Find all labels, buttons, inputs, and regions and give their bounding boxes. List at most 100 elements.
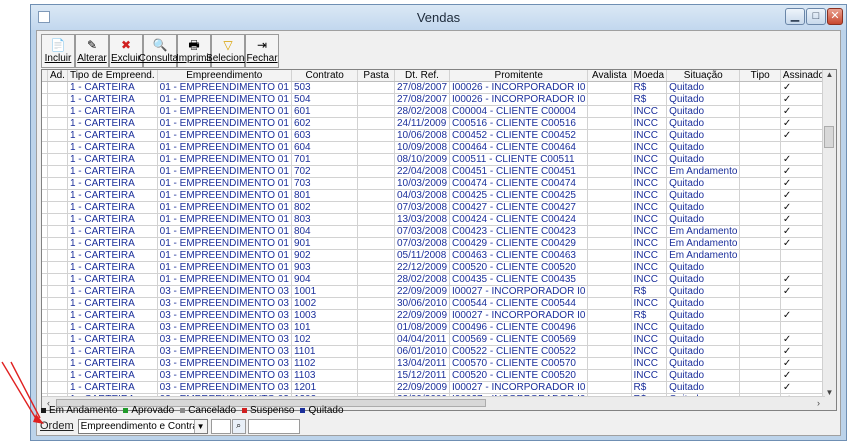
table-row[interactable]: 1 - CARTEIRA 01 - EMPREENDIMENTO 01 902 05/… (42, 249, 836, 262)
table-cell: 102 (291, 333, 359, 346)
table-cell (587, 153, 632, 166)
table-row[interactable]: 1 - CARTEIRA 01 - EMPREENDIMENTO 01 802 07/… (42, 201, 836, 214)
table-row[interactable]: 1 - CARTEIRA 01 - EMPREENDIMENTO 01 602 24/… (42, 117, 836, 130)
column-header[interactable]: Dt. Ref. (394, 70, 451, 82)
table-row[interactable]: 1 - CARTEIRA 01 - EMPREENDIMENTO 01 601 28/… (42, 105, 836, 118)
table-row[interactable]: 1 - CARTEIRA 03 - EMPREENDIMENTO 03 1101 06… (42, 345, 836, 358)
table-cell: Em Andamento (666, 249, 741, 262)
table-row[interactable]: 1 - CARTEIRA 03 - EMPREENDIMENTO 03 1003 22… (42, 309, 836, 322)
table-cell: Quitado (666, 93, 741, 106)
table-row[interactable]: 1 - CARTEIRA 01 - EMPREENDIMENTO 01 603 10/… (42, 129, 836, 142)
table-cell: 01 - EMPREENDIMENTO 01 (157, 225, 292, 238)
table-cell (587, 297, 632, 310)
table-row[interactable]: 1 - CARTEIRA 03 - EMPREENDIMENTO 03 1201 22… (42, 381, 836, 394)
table-row[interactable]: 1 - CARTEIRA 03 - EMPREENDIMENTO 03 1001 22… (42, 285, 836, 298)
table-cell (739, 153, 781, 166)
table-cell: 07/03/2008 (394, 237, 451, 250)
title-bar[interactable]: Vendas ▁ □ ✕ (31, 5, 846, 30)
table-cell: 1 - CARTEIRA (67, 357, 158, 370)
scroll-up-icon[interactable]: ▲ (823, 70, 836, 82)
column-header[interactable]: Avalista (587, 70, 632, 82)
table-row[interactable]: 1 - CARTEIRA 01 - EMPREENDIMENTO 01 504 27/… (42, 93, 836, 106)
column-header[interactable]: Pasta (357, 70, 395, 82)
column-header[interactable]: Situação (666, 70, 741, 82)
column-header[interactable]: Tipo de Empreend. (67, 70, 158, 82)
column-header[interactable]: Contrato (291, 70, 359, 82)
table-row[interactable]: 1 - CARTEIRA 01 - EMPREENDIMENTO 01 901 07/… (42, 237, 836, 250)
table-cell: INCC (631, 369, 668, 382)
column-header[interactable]: Empreendimento (157, 70, 292, 82)
order-bar: Ordem Empreendimento e Contrato ▼ ⌕ (40, 418, 300, 434)
table-cell: 803 (291, 213, 359, 226)
close-button[interactable]: ✕ (827, 8, 843, 25)
table-cell: I00027 - INCORPORADOR I0 (449, 309, 589, 322)
table-cell: Em Andamento (666, 165, 741, 178)
table-cell: 1 - CARTEIRA (67, 333, 158, 346)
table-cell: Quitado (666, 321, 741, 334)
table-row[interactable]: 1 - CARTEIRA 01 - EMPREENDIMENTO 01 701 08/… (42, 153, 836, 166)
fechar-button[interactable]: ⇥ Fechar (245, 34, 279, 68)
column-header[interactable]: Tipo (739, 70, 781, 82)
table-row[interactable]: 1 - CARTEIRA 01 - EMPREENDIMENTO 01 702 22/… (42, 165, 836, 178)
column-header[interactable]: Ad. (47, 70, 68, 82)
table-cell (587, 213, 632, 226)
table-cell: 03 - EMPREENDIMENTO 03 (157, 381, 292, 394)
table-cell: Quitado (666, 333, 741, 346)
table-row[interactable]: 1 - CARTEIRA 01 - EMPREENDIMENTO 01 801 04/… (42, 189, 836, 202)
vertical-scroll-thumb[interactable] (824, 126, 834, 148)
table-cell (47, 189, 68, 202)
order-select[interactable]: Empreendimento e Contrato ▼ (77, 418, 208, 434)
search-icon[interactable]: ⌕ (231, 418, 246, 434)
legend-item: Quitado (300, 405, 344, 416)
consultar-button[interactable]: 🔍 Consultar (139, 34, 181, 68)
table-row[interactable]: 1 - CARTEIRA 03 - EMPREENDIMENTO 03 1102 13… (42, 357, 836, 370)
incluir-button[interactable]: 📄 Incluir (41, 34, 75, 68)
table-cell: Quitado (666, 213, 741, 226)
alterar-button[interactable]: ✎ Alterar (75, 34, 109, 68)
table-cell: 503 (291, 81, 359, 94)
table-cell: 05/11/2008 (394, 249, 451, 262)
table-cell: 1 - CARTEIRA (67, 345, 158, 358)
selecione-button[interactable]: ▽ Selecione (206, 34, 250, 68)
search-input[interactable] (247, 418, 300, 434)
table-cell: 01/08/2009 (394, 321, 451, 334)
maximize-button[interactable]: □ (806, 8, 826, 25)
table-cell: 01 - EMPREENDIMENTO 01 (157, 213, 292, 226)
table-cell: 03 - EMPREENDIMENTO 03 (157, 345, 292, 358)
table-cell (739, 261, 781, 274)
column-header[interactable]: Promitente (449, 70, 589, 82)
order-direction-field[interactable] (210, 418, 231, 434)
table-cell (357, 81, 395, 94)
legend-label: Suspenso (250, 405, 295, 416)
table-row[interactable]: 1 - CARTEIRA 01 - EMPREENDIMENTO 01 903 22/… (42, 261, 836, 274)
table-row[interactable]: 1 - CARTEIRA 01 - EMPREENDIMENTO 01 904 28/… (42, 273, 836, 286)
table-cell (357, 105, 395, 118)
table-cell (47, 165, 68, 178)
table-row[interactable]: 1 - CARTEIRA 01 - EMPREENDIMENTO 01 703 10/… (42, 177, 836, 190)
table-cell: C00451 - CLIENTE C00451 (449, 165, 589, 178)
table-row[interactable]: 1 - CARTEIRA 01 - EMPREENDIMENTO 01 604 10/… (42, 141, 836, 154)
table-cell: 1 - CARTEIRA (67, 81, 158, 94)
minimize-button[interactable]: ▁ (785, 8, 805, 25)
table-row[interactable]: 1 - CARTEIRA 01 - EMPREENDIMENTO 01 803 13/… (42, 213, 836, 226)
table-row[interactable]: 1 - CARTEIRA 03 - EMPREENDIMENTO 03 1002 30… (42, 297, 836, 310)
vertical-scrollbar[interactable]: ▲ ▼ (822, 70, 836, 410)
sales-grid[interactable]: Ad. Tipo de Empreend. Empreendimento Contra… (41, 69, 837, 411)
table-cell: C00424 - CLIENTE C00424 (449, 213, 589, 226)
table-cell: C00522 - CLIENTE C00522 (449, 345, 589, 358)
table-row[interactable]: 1 - CARTEIRA 03 - EMPREENDIMENTO 03 1103 15… (42, 369, 836, 382)
table-cell: 703 (291, 177, 359, 190)
table-row[interactable]: 1 - CARTEIRA 01 - EMPREENDIMENTO 01 804 07/… (42, 225, 836, 238)
table-row[interactable]: 1 - CARTEIRA 03 - EMPREENDIMENTO 03 102 04/… (42, 333, 836, 346)
scroll-right-icon[interactable]: › (812, 397, 825, 410)
chevron-down-icon[interactable]: ▼ (193, 419, 207, 433)
table-cell: C00452 - CLIENTE C00452 (449, 129, 589, 142)
table-cell: 10/03/2009 (394, 177, 451, 190)
table-cell: Quitado (666, 297, 741, 310)
table-cell: 01 - EMPREENDIMENTO 01 (157, 165, 292, 178)
column-header[interactable]: Moeda (631, 70, 668, 82)
table-cell (739, 213, 781, 226)
table-row[interactable]: 1 - CARTEIRA 01 - EMPREENDIMENTO 01 503 27/… (42, 81, 836, 94)
legend-item: Em Andamento (41, 405, 117, 416)
table-row[interactable]: 1 - CARTEIRA 03 - EMPREENDIMENTO 03 101 01/… (42, 321, 836, 334)
